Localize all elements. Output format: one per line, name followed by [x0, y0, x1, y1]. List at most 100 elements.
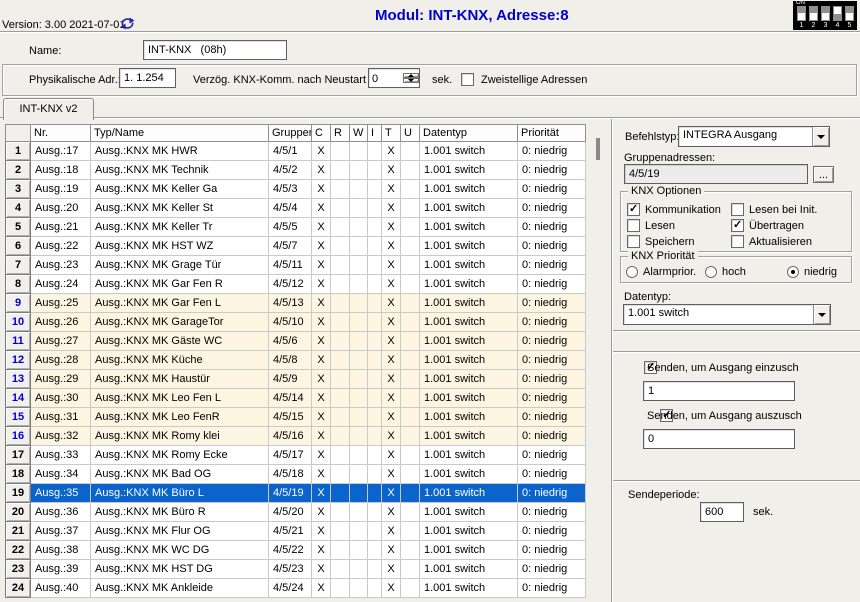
checkbox[interactable]: ✓ [627, 203, 640, 216]
table-row[interactable]: 23Ausg.:39Ausg.:KNX MK HST DG4/5/23XX1.0… [6, 560, 586, 579]
cell-c[interactable]: X [312, 218, 331, 237]
cell-typ-name[interactable]: Ausg.:KNX MK Bad OG [91, 465, 269, 484]
cell-t[interactable]: X [382, 484, 401, 503]
table-row[interactable]: 18Ausg.:34Ausg.:KNX MK Bad OG4/5/18XX1.0… [6, 465, 586, 484]
cell-nr[interactable]: Ausg.:40 [31, 579, 91, 598]
row-number[interactable]: 11 [6, 332, 31, 351]
cell-nr[interactable]: Ausg.:27 [31, 332, 91, 351]
cell-w[interactable] [350, 161, 368, 180]
cell-w[interactable] [350, 199, 368, 218]
cell-i[interactable] [368, 408, 382, 427]
cell-r[interactable] [331, 541, 350, 560]
table-row[interactable]: 21Ausg.:37Ausg.:KNX MK Flur OG4/5/21XX1.… [6, 522, 586, 541]
cell-i[interactable] [368, 541, 382, 560]
cell-t[interactable]: X [382, 313, 401, 332]
cell-gruppenadresse[interactable]: 4/5/21 [269, 522, 312, 541]
cell-typ-name[interactable]: Ausg.:KNX MK Keller St [91, 199, 269, 218]
cell-c[interactable]: X [312, 408, 331, 427]
cell-nr[interactable]: Ausg.:36 [31, 503, 91, 522]
knx-option[interactable]: ✓Übertragen [731, 218, 847, 233]
row-number[interactable]: 19 [6, 484, 31, 503]
cell-r[interactable] [331, 351, 350, 370]
cell-prioritaet[interactable]: 0: niedrig [518, 560, 586, 579]
cell-u[interactable] [401, 142, 420, 161]
cell-t[interactable]: X [382, 256, 401, 275]
row-number[interactable]: 12 [6, 351, 31, 370]
cell-gruppenadresse[interactable]: 4/5/13 [269, 294, 312, 313]
sendeperiode-input[interactable]: 600 [700, 502, 744, 522]
cell-prioritaet[interactable]: 0: niedrig [518, 484, 586, 503]
send-off-value-input[interactable]: 0 [643, 429, 795, 449]
knx-option[interactable]: ✓Aktualisieren [731, 234, 847, 249]
cell-gruppenadresse[interactable]: 4/5/17 [269, 446, 312, 465]
cell-prioritaet[interactable]: 0: niedrig [518, 237, 586, 256]
cell-c[interactable]: X [312, 522, 331, 541]
cell-r[interactable] [331, 370, 350, 389]
cell-u[interactable] [401, 351, 420, 370]
cell-gruppenadresse[interactable]: 4/5/4 [269, 199, 312, 218]
cell-u[interactable] [401, 560, 420, 579]
cell-w[interactable] [350, 313, 368, 332]
cell-typ-name[interactable]: Ausg.:KNX MK Büro R [91, 503, 269, 522]
cell-nr[interactable]: Ausg.:20 [31, 199, 91, 218]
browse-button[interactable]: ... [813, 166, 834, 183]
cell-r[interactable] [331, 142, 350, 161]
cell-typ-name[interactable]: Ausg.:KNX MK Romy Ecke [91, 446, 269, 465]
cell-u[interactable] [401, 256, 420, 275]
row-number[interactable]: 24 [6, 579, 31, 598]
cell-nr[interactable]: Ausg.:30 [31, 389, 91, 408]
cell-r[interactable] [331, 389, 350, 408]
cell-prioritaet[interactable]: 0: niedrig [518, 465, 586, 484]
cell-prioritaet[interactable]: 0: niedrig [518, 161, 586, 180]
cell-typ-name[interactable]: Ausg.:KNX MK Ankleide [91, 579, 269, 598]
cell-r[interactable] [331, 237, 350, 256]
knx-option[interactable]: ✓Lesen bei Init. [731, 202, 847, 217]
cell-u[interactable] [401, 579, 420, 598]
cell-typ-name[interactable]: Ausg.:KNX MK HST WZ [91, 237, 269, 256]
cell-w[interactable] [350, 332, 368, 351]
cell-i[interactable] [368, 275, 382, 294]
row-number[interactable]: 7 [6, 256, 31, 275]
cell-nr[interactable]: Ausg.:29 [31, 370, 91, 389]
cell-t[interactable]: X [382, 579, 401, 598]
cell-w[interactable] [350, 370, 368, 389]
table-row[interactable]: 17Ausg.:33Ausg.:KNX MK Romy Ecke4/5/17XX… [6, 446, 586, 465]
table-row[interactable]: 11Ausg.:27Ausg.:KNX MK Gäste WC4/5/6XX1.… [6, 332, 586, 351]
cell-u[interactable] [401, 484, 420, 503]
cell-c[interactable]: X [312, 256, 331, 275]
radio-button[interactable] [705, 266, 717, 278]
cell-r[interactable] [331, 313, 350, 332]
spin-down-button[interactable] [403, 78, 419, 83]
cell-nr[interactable]: Ausg.:25 [31, 294, 91, 313]
cell-w[interactable] [350, 579, 368, 598]
cell-gruppenadresse[interactable]: 4/5/14 [269, 389, 312, 408]
cell-datentyp[interactable]: 1.001 switch [420, 503, 518, 522]
priority-radio-option[interactable]: niedrig [787, 266, 837, 278]
cell-t[interactable]: X [382, 332, 401, 351]
row-number[interactable]: 20 [6, 503, 31, 522]
cell-nr[interactable]: Ausg.:37 [31, 522, 91, 541]
cell-t[interactable]: X [382, 560, 401, 579]
cell-w[interactable] [350, 408, 368, 427]
cell-typ-name[interactable]: Ausg.:KNX MK Büro L [91, 484, 269, 503]
priority-radio-option[interactable]: Alarmprior. [626, 266, 696, 278]
cell-w[interactable] [350, 180, 368, 199]
cell-i[interactable] [368, 218, 382, 237]
cell-w[interactable] [350, 351, 368, 370]
cell-gruppenadresse[interactable]: 4/5/10 [269, 313, 312, 332]
cell-i[interactable] [368, 180, 382, 199]
cell-r[interactable] [331, 332, 350, 351]
cell-u[interactable] [401, 275, 420, 294]
befehlstyp-select[interactable]: INTEGRA Ausgang [678, 126, 830, 147]
send-on-value-input[interactable]: 1 [643, 381, 795, 401]
cell-gruppenadresse[interactable]: 4/5/15 [269, 408, 312, 427]
row-number[interactable]: 18 [6, 465, 31, 484]
row-number[interactable]: 4 [6, 199, 31, 218]
cell-gruppenadresse[interactable]: 4/5/20 [269, 503, 312, 522]
cell-i[interactable] [368, 351, 382, 370]
cell-c[interactable]: X [312, 370, 331, 389]
cell-t[interactable]: X [382, 294, 401, 313]
cell-typ-name[interactable]: Ausg.:KNX MK Keller Tr [91, 218, 269, 237]
cell-prioritaet[interactable]: 0: niedrig [518, 199, 586, 218]
cell-t[interactable]: X [382, 237, 401, 256]
